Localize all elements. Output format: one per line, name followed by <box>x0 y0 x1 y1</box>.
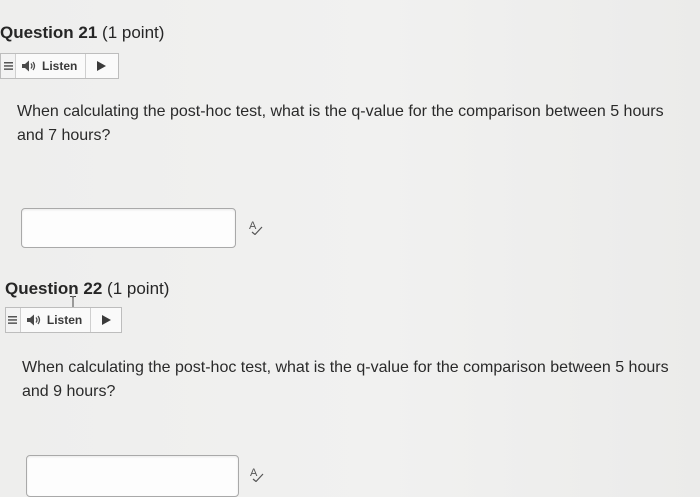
question-22-title: Question 22 (1 point) <box>5 279 169 299</box>
spellcheck-icon[interactable]: A <box>249 219 263 235</box>
svg-text:A: A <box>250 467 258 479</box>
question-22-points: (1 point) <box>107 279 170 298</box>
question-21-points: (1 point) <box>102 23 165 42</box>
question-22-number: Question 22 <box>5 279 103 298</box>
answer-input-22[interactable] <box>26 455 239 497</box>
listen-label: Listen <box>42 59 78 73</box>
play-icon <box>96 61 106 71</box>
play-icon <box>101 315 111 325</box>
listen-button[interactable]: Listen <box>21 308 92 332</box>
play-button[interactable] <box>91 308 121 332</box>
question-21-number: Question 21 <box>0 23 98 42</box>
spellcheck-icon[interactable]: A <box>250 466 264 482</box>
listen-toolbar-21: Listen <box>0 53 119 79</box>
listen-button[interactable]: Listen <box>16 54 87 78</box>
svg-text:A: A <box>249 220 257 232</box>
menu-icon[interactable] <box>6 308 21 332</box>
listen-toolbar-22: Listen <box>5 307 122 333</box>
answer-input-21[interactable] <box>21 208 236 248</box>
question-21-text: When calculating the post-hoc test, what… <box>17 103 664 144</box>
speaker-icon <box>22 60 36 72</box>
listen-label: Listen <box>46 313 83 327</box>
question-21-title: Question 21 (1 point) <box>0 23 164 43</box>
play-button[interactable] <box>86 54 116 78</box>
question-22-text: When calculating the post-hoc test, what… <box>22 359 669 400</box>
menu-icon[interactable] <box>1 54 16 78</box>
speaker-icon <box>26 314 41 326</box>
